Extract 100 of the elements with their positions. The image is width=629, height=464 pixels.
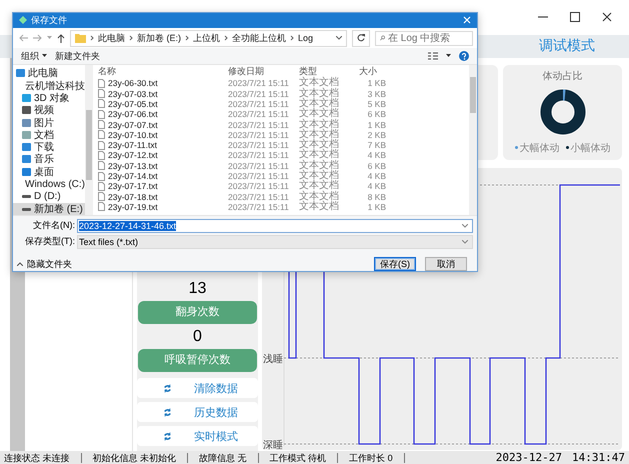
caret-icon xyxy=(17,262,23,266)
new-folder-button[interactable]: 新建文件夹 xyxy=(55,50,100,63)
file-name-field[interactable]: 2023-12-27-14-31-46.txt xyxy=(77,218,473,232)
date-cell-text: 2023/7/21 15:11 xyxy=(228,150,290,160)
chevron-icon xyxy=(129,35,133,42)
size-cell-text: 4 KB xyxy=(366,181,386,192)
refresh-button[interactable] xyxy=(352,30,370,47)
type-cell-text: 文本文档 xyxy=(299,150,340,160)
refresh-icon xyxy=(163,408,172,416)
size-cell-text: 8 KB xyxy=(366,192,386,202)
date-cell-text: 2023/7/21 15:11 xyxy=(228,120,290,130)
refresh-icon xyxy=(163,432,172,440)
nav-item[interactable]: 视频 xyxy=(13,104,85,116)
file-name-label: 文件名(N): xyxy=(32,219,76,232)
type-cell-text: 文本文档 xyxy=(299,192,340,202)
breadcrumb-item[interactable]: Log xyxy=(298,33,314,44)
size-cell-text: 3 KB xyxy=(366,88,386,99)
size-cell-text: 4 KB xyxy=(366,171,386,182)
refresh-icon xyxy=(357,34,365,42)
nav-item[interactable]: 图片 xyxy=(13,116,85,129)
nav-item[interactable]: 云机增达科技 xyxy=(13,80,85,92)
caret-icon xyxy=(462,240,468,244)
stat-value: 0 xyxy=(192,327,203,347)
size-cell-text: 1 KB xyxy=(366,78,386,88)
caret-icon[interactable] xyxy=(446,54,451,58)
type-cell-text: 文本文档 xyxy=(299,98,340,109)
file-name-cell[interactable]: 23y-07-17.txt xyxy=(93,181,228,192)
column-header[interactable]: 修改日期 xyxy=(228,65,299,78)
date-cell-text: 2023/7/21 15:11 xyxy=(228,171,290,182)
date-cell-text: 2023/7/21 15:11 xyxy=(228,140,290,150)
size-cell-text: 4 KB xyxy=(366,150,386,160)
status-item: 初始化信息 未初始化 xyxy=(82,452,188,462)
file-name-cell[interactable]: 23y-07-12.txt xyxy=(93,150,228,160)
nav-item[interactable]: 桌面 xyxy=(13,166,85,178)
breadcrumb-item[interactable]: 全功能上位机 xyxy=(232,32,286,45)
type-cell-text: 文本文档 xyxy=(299,120,340,130)
action-button[interactable]: 历史数据 xyxy=(137,402,258,422)
view-icon[interactable] xyxy=(428,52,438,60)
address-bar[interactable]: 此电脑 新加卷 (E:) 上位机 全功能上位机 Log xyxy=(70,30,347,47)
up-arrow-icon[interactable] xyxy=(57,34,65,43)
file-name-cell[interactable]: 23y-07-10.txt xyxy=(93,130,228,140)
date-cell-text: 2023/7/21 15:11 xyxy=(228,202,290,212)
size-cell-text: 1 KB xyxy=(366,202,386,212)
nav-item[interactable]: 文档 xyxy=(13,128,85,142)
file-name-cell[interactable]: 23y-07-11.txt xyxy=(93,140,228,150)
file-name-cell[interactable]: 23y-07-05.txt xyxy=(93,98,228,109)
hide-folders-button[interactable]: 隐藏文件夹 xyxy=(17,258,72,270)
maximize-icon[interactable] xyxy=(570,12,580,22)
breadcrumb-item[interactable]: 此电脑 xyxy=(98,32,125,45)
size-cell-text: 5 KB xyxy=(366,98,386,109)
column-header[interactable]: 名称 xyxy=(93,65,228,78)
column-header[interactable]: 类型 xyxy=(299,65,359,78)
action-button[interactable]: 实时模式 xyxy=(137,426,258,446)
legend-label: 小幅体动 xyxy=(570,142,610,155)
file-name-cell[interactable]: 23y-06-30.txt xyxy=(93,78,228,88)
breadcrumb-item[interactable]: 上位机 xyxy=(193,32,220,45)
file-type-label: 保存类型(T): xyxy=(24,235,76,248)
level-label: 深睡 xyxy=(263,440,283,450)
nav-item[interactable]: Windows (C:) xyxy=(13,178,85,190)
scrollbar[interactable] xyxy=(85,65,93,215)
nav-item[interactable]: 3D 对象 xyxy=(13,92,85,104)
status-item: 工作时长 0 xyxy=(338,452,405,462)
date-cell-text: 2023/7/21 15:11 xyxy=(228,192,290,202)
organize-button[interactable]: 组织 xyxy=(21,50,47,63)
type-cell-text: 文本文档 xyxy=(299,78,340,88)
close-icon[interactable] xyxy=(602,12,612,22)
file-name-cell[interactable]: 23y-07-03.txt xyxy=(93,88,228,99)
nav-item[interactable]: 此电脑 xyxy=(13,67,85,80)
scrollbar[interactable] xyxy=(469,65,477,215)
action-button[interactable]: 清除数据 xyxy=(137,378,258,398)
chevron-icon xyxy=(224,35,228,42)
date-cell-text: 2023/7/21 15:11 xyxy=(228,109,290,120)
nav-item[interactable]: D (D:) xyxy=(13,190,85,202)
type-cell-text: 文本文档 xyxy=(299,140,340,150)
help-icon[interactable] xyxy=(459,51,469,62)
file-name-cell[interactable]: 23y-07-06.txt xyxy=(93,109,228,120)
caret-icon[interactable] xyxy=(336,36,342,40)
column-header[interactable]: 大小 xyxy=(359,65,377,78)
level-label: 浅睡 xyxy=(263,354,283,365)
breadcrumb-item[interactable]: 新加卷 (E:) xyxy=(137,32,181,45)
type-cell-text: 文本文档 xyxy=(299,171,340,182)
type-cell-text: 文本文档 xyxy=(299,88,340,99)
file-type-dropdown[interactable]: Text files (*.txt) xyxy=(77,234,473,248)
size-cell-text: 7 KB xyxy=(366,140,386,150)
file-name-cell[interactable]: 23y-07-18.txt xyxy=(93,192,228,202)
nav-item[interactable]: 音乐 xyxy=(13,153,85,166)
date-cell-text: 2023/7/21 15:11 xyxy=(228,160,290,171)
card-title: 体动占比 xyxy=(542,70,582,83)
size-cell-text: 2 KB xyxy=(366,130,386,140)
search-field[interactable]: 在 Log 中搜索 xyxy=(375,30,473,46)
file-name-cell[interactable]: 23y-07-14.txt xyxy=(93,171,228,182)
file-name-cell[interactable]: 23y-07-19.txt xyxy=(93,202,228,212)
type-cell-text: 文本文档 xyxy=(299,160,340,171)
type-cell-text: 文本文档 xyxy=(299,202,340,212)
dialog-button[interactable]: 保存(S) xyxy=(374,257,416,271)
nav-item[interactable]: 新加卷 (E:) xyxy=(13,202,85,215)
file-name-cell[interactable]: 23y-07-07.txt xyxy=(93,120,228,130)
file-name-cell[interactable]: 23y-07-13.txt xyxy=(93,160,228,171)
dialog-button[interactable]: 取消 xyxy=(425,257,467,271)
nav-item[interactable]: 下载 xyxy=(13,141,85,154)
